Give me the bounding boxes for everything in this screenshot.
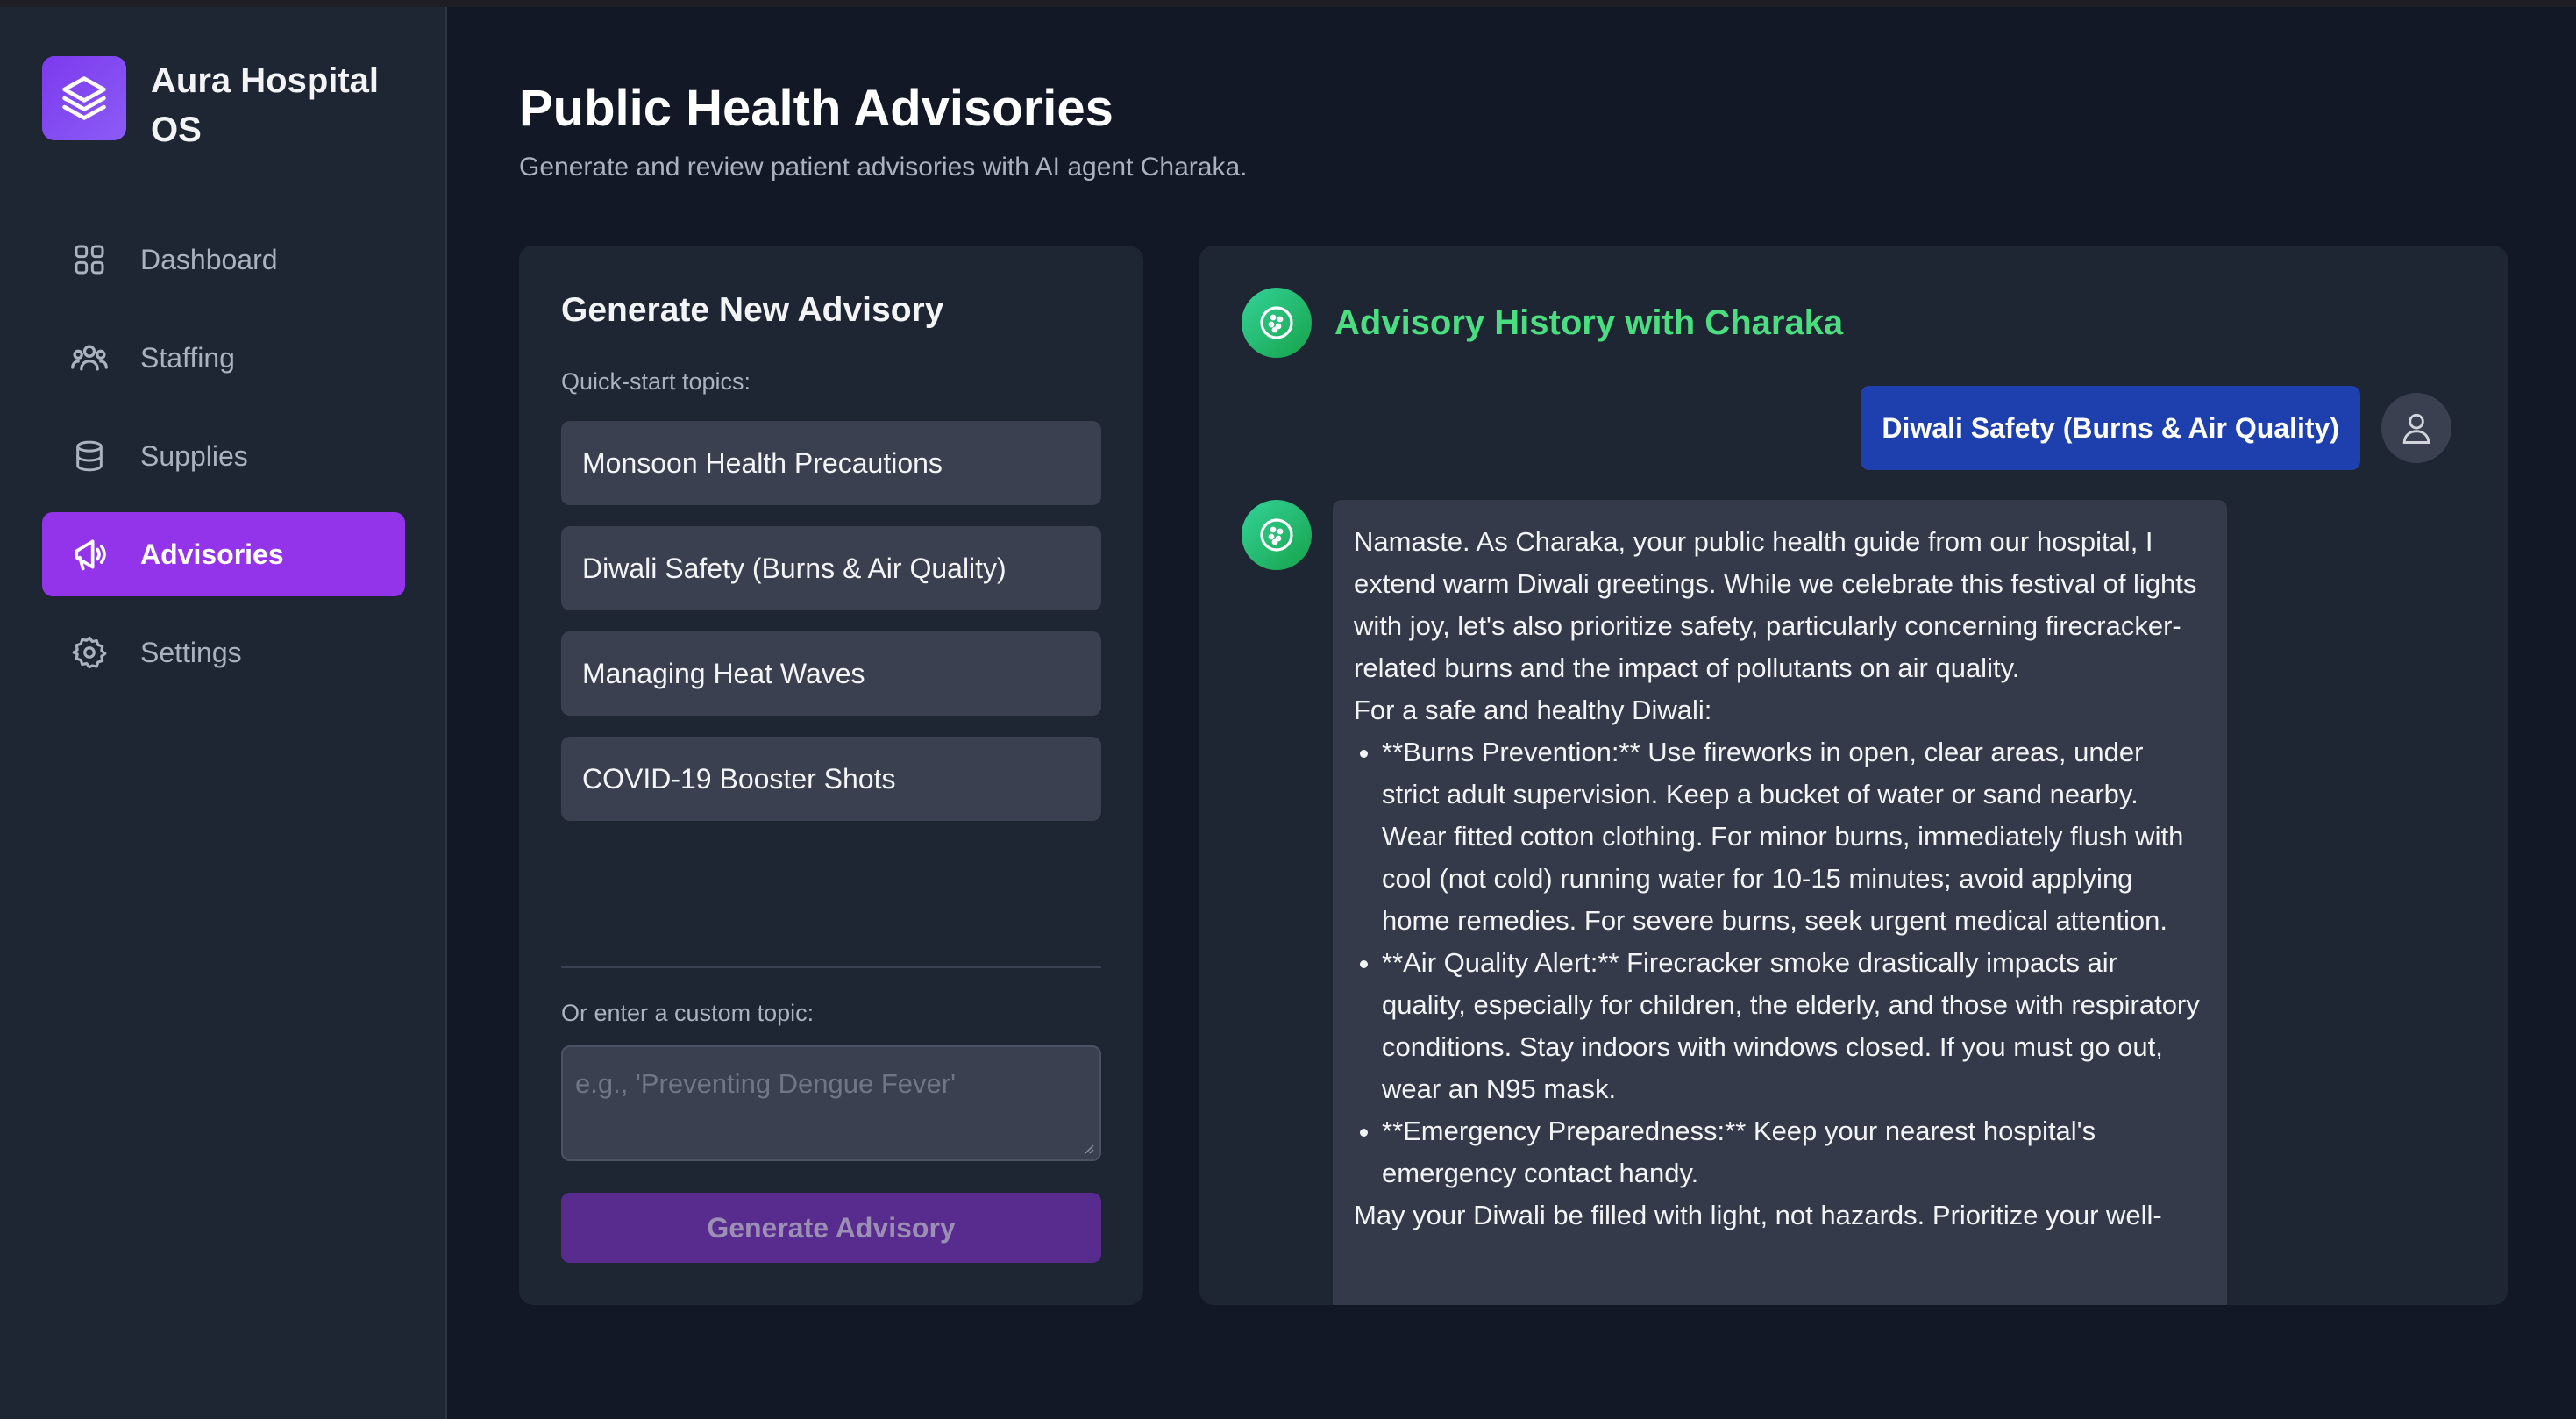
brand: Aura Hospital OS: [42, 56, 405, 154]
gear-icon: [70, 633, 109, 672]
user-icon: [2381, 393, 2451, 463]
advisory-history-panel: Advisory History with Charaka Diwali Saf…: [1199, 246, 2508, 1305]
sidebar-nav: Dashboard Staffing Supplies Advisories S…: [42, 217, 405, 709]
layers-icon: [42, 56, 126, 140]
custom-topic-label: Or enter a custom topic:: [561, 1000, 815, 1026]
quick-start-label: Quick-start topics:: [561, 368, 751, 395]
user-message-row: Diwali Safety (Burns & Air Quality): [1861, 386, 2451, 470]
divider: [561, 966, 1101, 968]
sidebar-item-dashboard[interactable]: Dashboard: [42, 217, 405, 302]
custom-topic-input[interactable]: e.g., 'Preventing Dengue Fever': [561, 1045, 1101, 1161]
bot-message-intro: Namaste. As Charaka, your public health …: [1354, 526, 2197, 683]
sidebar-item-label: Settings: [140, 636, 242, 668]
list-item: **Burns Prevention:** Use fireworks in o…: [1382, 731, 2206, 942]
users-icon: [70, 339, 109, 377]
sidebar-item-label: Dashboard: [140, 243, 278, 275]
panel-title: Generate New Advisory: [561, 291, 944, 329]
quick-start-topics: Monsoon Health Precautions Diwali Safety…: [561, 421, 1101, 842]
user-message-bubble: Diwali Safety (Burns & Air Quality): [1861, 386, 2360, 470]
page-subtitle: Generate and review patient advisories w…: [519, 153, 1248, 182]
window-top-bar: [0, 0, 2576, 7]
charaka-avatar-icon: [1242, 288, 1312, 358]
custom-topic-placeholder: e.g., 'Preventing Dengue Fever': [575, 1068, 957, 1099]
topic-button-diwali[interactable]: Diwali Safety (Burns & Air Quality): [561, 526, 1101, 610]
topic-button-heat-waves[interactable]: Managing Heat Waves: [561, 631, 1101, 716]
bot-message-lead: For a safe and healthy Diwali:: [1354, 695, 1712, 725]
generate-advisory-panel: Generate New Advisory Quick-start topics…: [519, 246, 1143, 1305]
sidebar-item-label: Staffing: [140, 341, 235, 374]
sidebar: Aura Hospital OS Dashboard Staffing Supp…: [0, 7, 447, 1419]
grid-icon: [70, 240, 109, 279]
sidebar-item-supplies[interactable]: Supplies: [42, 414, 405, 498]
history-header: Advisory History with Charaka: [1242, 288, 1843, 358]
list-item: **Emergency Preparedness:** Keep your ne…: [1382, 1110, 2206, 1194]
topic-button-monsoon[interactable]: Monsoon Health Precautions: [561, 421, 1101, 505]
bot-message-list: **Burns Prevention:** Use fireworks in o…: [1382, 731, 2206, 1194]
page-title: Public Health Advisories: [519, 80, 1114, 137]
charaka-avatar-icon: [1242, 500, 1312, 570]
megaphone-icon: [70, 535, 109, 574]
generate-advisory-button[interactable]: Generate Advisory: [561, 1193, 1101, 1263]
sidebar-item-staffing[interactable]: Staffing: [42, 316, 405, 400]
list-item: **Air Quality Alert:** Firecracker smoke…: [1382, 942, 2206, 1110]
sidebar-item-label: Advisories: [140, 538, 284, 570]
app-name: Aura Hospital OS: [151, 61, 380, 149]
resize-handle-icon[interactable]: [1082, 1142, 1094, 1154]
sidebar-item-label: Supplies: [140, 439, 248, 472]
bot-message-closing: May your Diwali be filled with light, no…: [1354, 1200, 2162, 1230]
history-title: Advisory History with Charaka: [1334, 303, 1844, 342]
sidebar-item-advisories[interactable]: Advisories: [42, 512, 405, 596]
sidebar-item-settings[interactable]: Settings: [42, 610, 405, 695]
topic-button-covid-booster[interactable]: COVID-19 Booster Shots: [561, 737, 1101, 821]
bot-message-bubble: Namaste. As Charaka, your public health …: [1333, 500, 2227, 1305]
database-icon: [70, 437, 109, 475]
